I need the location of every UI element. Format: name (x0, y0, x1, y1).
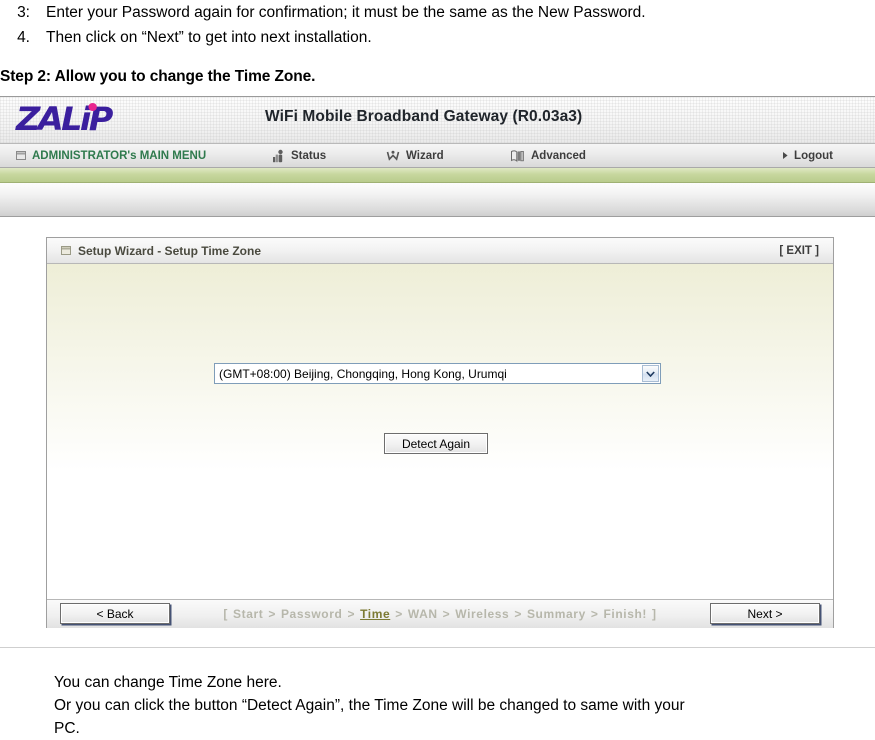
breadcrumb-step-password[interactable]: Password (281, 607, 343, 621)
exit-link[interactable]: [ EXIT ] (779, 238, 819, 263)
breadcrumb-step-start[interactable]: Start (233, 607, 263, 621)
breadcrumb-step-time[interactable]: Time (360, 607, 390, 621)
breadcrumb-separator: > (395, 607, 403, 621)
timezone-select-wrapper: (GMT+08:00) Beijing, Chongqing, Hong Kon… (214, 363, 661, 384)
product-title: WiFi Mobile Broadband Gateway (R0.03a3) (265, 108, 583, 125)
nav-admin-main-menu[interactable]: ADMINISTRATOR's MAIN MENU (16, 144, 206, 167)
panel-header: Setup Wizard - Setup Time Zone [ EXIT ] (47, 238, 833, 264)
detect-again-button[interactable]: Detect Again (384, 433, 488, 454)
list-item-text: Enter your Password again for confirmati… (46, 4, 646, 21)
breadcrumb-step-finish[interactable]: Finish! (603, 607, 647, 621)
caption-line: PC. (54, 720, 80, 737)
breadcrumb-step-summary[interactable]: Summary (527, 607, 586, 621)
breadcrumb-step-wan[interactable]: WAN (408, 607, 438, 621)
list-item: 4. Then click on “Next” to get into next… (0, 25, 875, 50)
nav-item-status[interactable]: Status (272, 144, 326, 167)
breadcrumb-open: [ (223, 607, 228, 621)
list-item-number: 4. (17, 29, 30, 46)
panel-title: Setup Wizard - Setup Time Zone (78, 243, 262, 258)
sub-toolbar-strip (0, 183, 875, 217)
wizard-hat-icon (386, 149, 400, 163)
brand-bar: ZALiP WiFi Mobile Broadband Gateway (R0.… (0, 97, 875, 144)
step-heading: Step 2: Allow you to change the Time Zon… (0, 68, 316, 85)
list-item: 3: Enter your Password again for confirm… (0, 0, 875, 25)
content-gap (0, 217, 875, 239)
breadcrumb-close: ] (652, 607, 657, 621)
panel-footer: < Back [ Start > Password > Time > WAN >… (47, 599, 833, 628)
caption-line: Or you can click the button “Detect Agai… (54, 697, 685, 714)
breadcrumb-separator: > (442, 607, 451, 621)
breadcrumb-separator: > (268, 607, 276, 621)
nav-admin-label: ADMINISTRATOR's MAIN MENU (32, 149, 207, 162)
caption-line: You can change Time Zone here. (54, 674, 282, 691)
timezone-selected-value: (GMT+08:00) Beijing, Chongqing, Hong Kon… (219, 366, 507, 381)
timezone-select[interactable]: (GMT+08:00) Beijing, Chongqing, Hong Kon… (214, 363, 661, 384)
accent-strip (0, 168, 875, 183)
nav-status-label: Status (291, 149, 327, 162)
breadcrumb-separator: > (514, 607, 522, 621)
window-icon (16, 151, 26, 160)
chevron-down-icon[interactable] (642, 365, 659, 382)
nav-wizard-label: Wizard (406, 149, 444, 162)
window-icon (61, 246, 71, 255)
router-ui-screenshot: ZALiP WiFi Mobile Broadband Gateway (R0.… (0, 96, 875, 648)
nav-advanced-label: Advanced (531, 149, 586, 162)
breadcrumb-step-wireless[interactable]: Wireless (455, 607, 509, 621)
list-item-number: 3: (17, 4, 30, 21)
nav-item-wizard[interactable]: Wizard (386, 144, 444, 167)
panel-title-group: Setup Wizard - Setup Time Zone (61, 238, 261, 263)
next-button[interactable]: Next > (710, 603, 820, 624)
breadcrumb-separator: > (347, 607, 356, 621)
screenshot-caption: You can change Time Zone here. Or you ca… (54, 671, 875, 740)
nav-item-logout[interactable]: Logout (782, 144, 833, 167)
arrow-right-icon (782, 151, 789, 160)
advanced-book-icon (510, 149, 525, 163)
nav-item-advanced[interactable]: Advanced (510, 144, 586, 167)
list-item-text: Then click on “Next” to get into next in… (46, 29, 372, 46)
zalip-logo: ZALiP (16, 100, 113, 138)
breadcrumb-separator: > (590, 607, 599, 621)
setup-wizard-panel: Setup Wizard - Setup Time Zone [ EXIT ] … (46, 237, 834, 628)
instruction-list: 3: Enter your Password again for confirm… (0, 0, 875, 50)
panel-body: (GMT+08:00) Beijing, Chongqing, Hong Kon… (47, 264, 833, 599)
nav-logout-label: Logout (794, 149, 833, 162)
main-nav-bar: ADMINISTRATOR's MAIN MENU Status Wizard … (0, 144, 875, 168)
status-person-icon (272, 149, 285, 163)
